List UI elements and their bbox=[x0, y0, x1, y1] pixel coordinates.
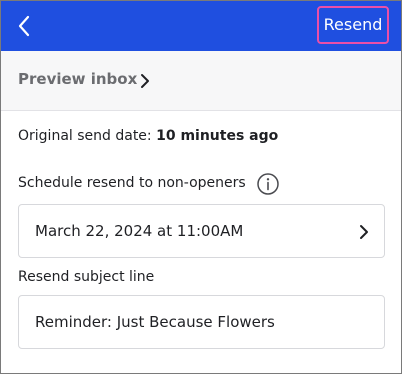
top-bar: Resend bbox=[1, 1, 401, 51]
subject-line-input[interactable] bbox=[19, 296, 384, 348]
chevron-left-icon bbox=[18, 15, 30, 37]
preview-inbox-row[interactable]: Preview inbox bbox=[1, 51, 401, 111]
chevron-right-icon bbox=[141, 74, 149, 88]
original-send-date: Original send date: 10 minutes ago bbox=[18, 128, 278, 144]
subject-line-field[interactable] bbox=[18, 295, 385, 349]
resend-button[interactable]: Resend bbox=[317, 6, 389, 44]
original-send-date-value: 10 minutes ago bbox=[156, 128, 279, 144]
schedule-date-value: March 22, 2024 at 11:00AM bbox=[35, 222, 244, 240]
schedule-resend-label: Schedule resend to non-openers bbox=[18, 175, 246, 191]
subject-line-label: Resend subject line bbox=[18, 269, 155, 285]
chevron-right-icon bbox=[360, 225, 368, 239]
original-send-date-label: Original send date: bbox=[18, 128, 152, 144]
info-icon[interactable] bbox=[256, 172, 280, 196]
preview-inbox-label: Preview inbox bbox=[18, 70, 138, 88]
schedule-date-picker[interactable]: March 22, 2024 at 11:00AM bbox=[18, 204, 385, 258]
resend-screen: Resend Preview inbox Original send date:… bbox=[0, 0, 402, 374]
back-button[interactable] bbox=[11, 12, 37, 40]
